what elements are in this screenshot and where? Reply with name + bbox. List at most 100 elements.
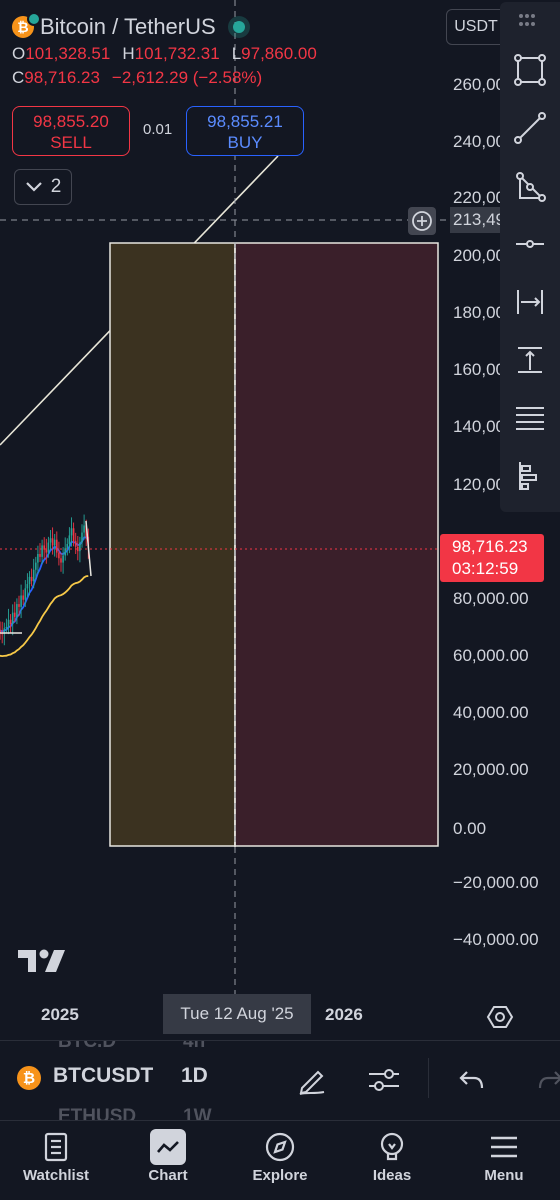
- candle-body: [68, 535, 71, 544]
- currency-button[interactable]: USDT: [446, 9, 506, 45]
- horizontal-line-tool-button[interactable]: [506, 220, 554, 268]
- price-axis-label: 200,00: [453, 246, 505, 265]
- trend-line-tool-button[interactable]: [506, 104, 554, 152]
- parallel-channel-tool-button[interactable]: [506, 394, 554, 442]
- chevron-down-icon: [25, 182, 42, 192]
- drawing-toolbar[interactable]: [500, 2, 560, 512]
- indicators-button[interactable]: [364, 1060, 404, 1100]
- candle-body: [72, 528, 75, 542]
- candle-body: [32, 569, 35, 582]
- patterns-tool-button[interactable]: [506, 452, 554, 500]
- undo-button[interactable]: [452, 1060, 492, 1100]
- indicators-count: 2: [50, 176, 62, 197]
- candle-body: [45, 549, 48, 553]
- ideas-icon: [374, 1129, 410, 1165]
- price-axis-label: 260,00: [453, 75, 505, 94]
- sell-button[interactable]: 98,855.20 SELL: [12, 106, 130, 156]
- ohlc-key: O: [12, 44, 26, 63]
- price-axis-label: 0.00: [453, 819, 487, 838]
- price-axis-label: 160,00: [453, 360, 505, 379]
- redo-icon: [538, 1071, 560, 1089]
- date-range-icon: [517, 290, 543, 314]
- candle-body: [83, 525, 85, 533]
- ohlc-key: H: [122, 44, 135, 63]
- price-axis-label: 80,000.00: [453, 589, 529, 608]
- candle-body: [39, 554, 41, 557]
- triangle-tool-button[interactable]: [506, 162, 554, 210]
- ohlc-value: 97,860.00: [241, 44, 317, 63]
- nav-chart[interactable]: Chart: [112, 1121, 224, 1200]
- nav-label: Ideas: [372, 1167, 412, 1184]
- candle-body: [35, 562, 37, 570]
- candle-body: [5, 626, 8, 629]
- ohlc-key: L: [231, 44, 242, 63]
- ohlc-row-1: O101,328.51 H101,732.31 L97,860.00: [12, 42, 329, 66]
- candle-body: [24, 588, 27, 600]
- time-label-2026: 2026: [325, 1005, 363, 1024]
- spread-value: 0.01: [143, 121, 173, 138]
- candle-body: [7, 619, 10, 627]
- price-range-tool-button[interactable]: [506, 336, 554, 384]
- profit-zone-box[interactable]: [109, 242, 236, 847]
- candle-body: [58, 552, 60, 559]
- sell-label: SELL: [50, 133, 92, 152]
- ohlc-row-2: C98,716.23 −2,612.29 (−2.58%): [12, 66, 329, 90]
- symbol-title: Bitcoin / TetherUS: [40, 14, 216, 39]
- pencil-icon: [299, 1070, 325, 1095]
- nav-explore[interactable]: Explore: [224, 1121, 336, 1200]
- ohlc-key: C: [12, 68, 25, 87]
- add-alert-plus-icon[interactable]: [408, 207, 436, 235]
- symbol-selector[interactable]: BTCUSDT: [53, 1064, 153, 1088]
- last-price-label: 98,716.23 03:12:59: [440, 534, 544, 582]
- buy-label: BUY: [227, 133, 263, 152]
- symbol-legend[interactable]: ₿ Bitcoin / TetherUS O101,328.51 H101,732…: [12, 12, 329, 90]
- nav-ideas[interactable]: Ideas: [336, 1121, 448, 1200]
- candle-body: [26, 584, 29, 589]
- loss-zone-box[interactable]: [234, 242, 439, 847]
- ghost-watchlist-symbol-2: ETHUSD: [58, 1106, 137, 1120]
- candle-body: [20, 595, 22, 607]
- candle-body: [30, 576, 33, 582]
- candle-body: [70, 528, 73, 536]
- drawing-pencil-button[interactable]: [292, 1060, 332, 1100]
- drag-handle-icon[interactable]: [517, 12, 537, 28]
- candle-body: [53, 539, 56, 546]
- watchlist-icon: [38, 1129, 74, 1165]
- ghost-watchlist-interval: 4h: [183, 1040, 206, 1052]
- nav-label: Chart: [148, 1167, 188, 1184]
- candle-body: [0, 629, 1, 633]
- candle-body: [41, 545, 43, 557]
- indicators-collapse-button[interactable]: 2: [14, 169, 72, 205]
- buy-button[interactable]: 98,855.21 BUY: [186, 106, 304, 156]
- explore-icon: [262, 1129, 298, 1165]
- candle-body: [9, 619, 12, 625]
- interval-selector[interactable]: 1D: [181, 1064, 208, 1088]
- price-range-icon: [518, 347, 542, 373]
- rectangle-tool-button[interactable]: [506, 46, 554, 94]
- price-axis-label: −40,000.00: [453, 930, 539, 949]
- candle-body: [43, 545, 45, 550]
- date-range-tool-button[interactable]: [506, 278, 554, 326]
- nav-watchlist[interactable]: Watchlist: [0, 1121, 112, 1200]
- price-axis-label: 20,000.00: [453, 760, 529, 779]
- parallel-lines-icon: [516, 407, 544, 430]
- candle-body: [22, 595, 24, 600]
- candle-body: [62, 555, 64, 563]
- symbol-bar-divider: [428, 1058, 429, 1098]
- candle-body: [37, 554, 39, 563]
- crosshair-date-label: Tue 12 Aug '25: [163, 994, 311, 1034]
- nav-label: Explore: [252, 1167, 308, 1184]
- price-axis-label: 220,00: [453, 188, 505, 207]
- nav-label: Watchlist: [22, 1167, 90, 1184]
- chart-settings-icon[interactable]: [486, 1003, 514, 1031]
- redo-button[interactable]: [530, 1060, 560, 1100]
- ohlc-value: 101,732.31: [134, 44, 220, 63]
- symbol-row[interactable]: ₿ Bitcoin / TetherUS: [12, 12, 329, 42]
- candle-body: [11, 612, 14, 625]
- price-axis-label: −20,000.00: [453, 873, 539, 892]
- price-axis-label: 120,00: [453, 475, 505, 494]
- price-axis-label: 140,00: [453, 417, 505, 436]
- price-axis-label: 240,00: [453, 132, 505, 151]
- candle-body: [16, 604, 18, 617]
- nav-menu[interactable]: Menu: [448, 1121, 560, 1200]
